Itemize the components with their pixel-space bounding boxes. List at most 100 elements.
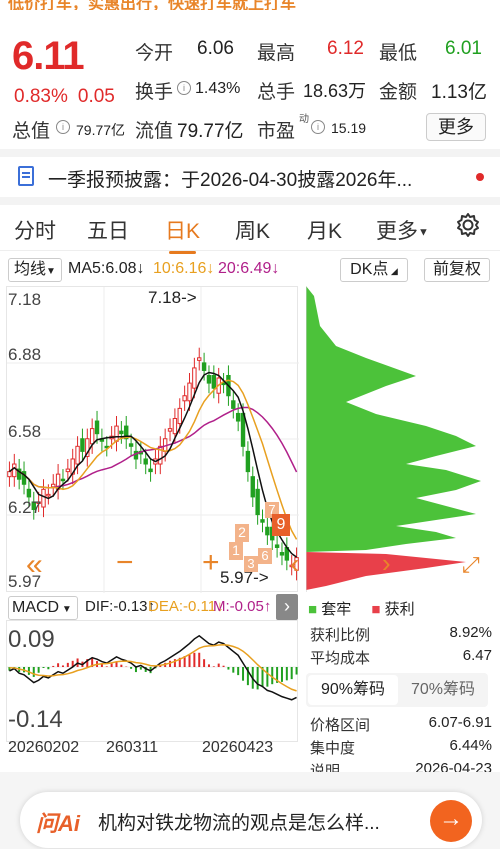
chip-legend: ■ 套牢 ■ 获利 — [308, 598, 415, 619]
change-abs: 0.05 — [77, 86, 115, 107]
promo-strip[interactable]: 低价打车，实惠出行，快速打车就上打车 — [0, 0, 500, 10]
zoom-out-icon[interactable]: − — [116, 546, 134, 580]
chevron-right-icon[interactable]: › — [382, 548, 391, 579]
info-icon[interactable]: i — [56, 120, 70, 134]
pe-label: 市盈 — [257, 121, 296, 142]
info-icon[interactable]: i — [177, 81, 191, 95]
candle-body — [133, 450, 139, 460]
event-badge[interactable]: 1 — [229, 542, 243, 560]
unread-dot — [476, 173, 484, 181]
candle-body — [148, 468, 153, 473]
event-badge[interactable]: 6 — [258, 548, 272, 564]
low-label: 最低 — [379, 43, 418, 64]
candle-body — [245, 450, 251, 473]
candle-body — [265, 526, 270, 536]
quote-row-3: 总值 i 79.77亿 流值 79.77亿 市盈 动 i 15.19 — [12, 114, 432, 146]
avg-cost-value: 6.47 — [462, 647, 492, 664]
m-value: M:-0.05↑ — [213, 598, 272, 615]
price-range-value: 6.07-6.91 — [428, 714, 492, 731]
candle-body — [12, 463, 17, 478]
candle-body — [128, 443, 134, 447]
market-cap-label: 总值 — [12, 121, 51, 142]
y-label: 6.88 — [8, 345, 42, 364]
chevron-left-icon[interactable]: ‹ — [290, 548, 299, 580]
tab-five-day[interactable]: 五日 — [87, 215, 129, 245]
notice-bar[interactable]: 一季报预披露：于2026-04-30披露2026年... — [0, 157, 500, 197]
candle-body — [177, 407, 182, 425]
candle-body — [46, 493, 51, 497]
candle-body — [250, 476, 255, 498]
price-range-label: 价格区间 — [310, 717, 371, 734]
ai-ask-bar[interactable]: 问Ai 机构对铁龙物流的观点是怎么样... — [20, 792, 482, 848]
candle-body — [41, 488, 46, 508]
y-label-top: 7.18 — [8, 290, 42, 309]
low-value: 6.01 — [445, 38, 482, 59]
macd-y-bottom: -0.14 — [8, 706, 63, 733]
event-badge[interactable]: 2 — [235, 524, 249, 542]
info-icon[interactable]: i — [311, 120, 325, 134]
float-cap-label: 流值 — [135, 121, 174, 142]
trapped-swatch: ■ — [308, 601, 318, 618]
candle-body — [187, 382, 192, 402]
zoom-in-icon[interactable]: + — [202, 546, 220, 580]
macd-select[interactable]: MACD ▼ — [8, 596, 78, 620]
macd-y-top: 0.09 — [8, 626, 55, 653]
ai-logo: 问Ai — [36, 811, 81, 836]
chip-percent-tabs: 90%筹码 70%筹码 — [306, 673, 488, 707]
tab-more[interactable]: 更多▼ — [376, 215, 429, 245]
candle-body — [211, 375, 217, 389]
document-icon — [18, 166, 34, 186]
float-cap-value: 79.77亿 — [177, 121, 244, 142]
candle-body — [114, 425, 119, 442]
volume-label: 总手 — [257, 82, 296, 103]
turnover-value: 1.43% — [195, 80, 241, 97]
quote-row-2: 换手 i 1.43% 总手 18.63万 金额 1.13亿 — [135, 77, 495, 107]
adjust-select[interactable]: 前复权 — [424, 258, 490, 282]
tab-90-chips[interactable]: 90%筹码 — [308, 675, 398, 705]
arrow-right-icon[interactable] — [430, 800, 472, 842]
expand-icon[interactable]: ⤢ — [462, 552, 480, 578]
settings-gear-icon[interactable] — [455, 212, 481, 238]
tab-70-chips[interactable]: 70%筹码 — [398, 675, 488, 705]
candle-body — [231, 400, 236, 409]
price-change: 0.83% 0.05 — [14, 86, 125, 108]
turnover-label: 换手 — [135, 82, 174, 103]
volume-value: 18.63万 — [303, 81, 367, 101]
chip-distribution-chart[interactable] — [305, 286, 496, 592]
tab-intraday[interactable]: 分时 — [14, 215, 56, 245]
open-label: 今开 — [135, 43, 174, 64]
divider — [0, 197, 500, 205]
caret-down-icon: ▼ — [418, 226, 429, 239]
indicator-select[interactable]: 均线▼ — [8, 258, 62, 282]
amount-value: 1.13亿 — [431, 82, 487, 103]
date-label: 20260423 — [202, 739, 274, 756]
candle-body — [143, 458, 148, 465]
tab-weekly-k[interactable]: 周K — [235, 215, 270, 245]
event-badge[interactable]: 9 — [272, 514, 290, 536]
tab-more-label: 更多 — [376, 220, 418, 243]
ai-question-text: 机构对铁龙物流的观点是怎么样... — [98, 813, 380, 834]
kline-chart[interactable] — [6, 286, 299, 593]
tab-monthly-k[interactable]: 月K — [307, 215, 342, 245]
candle-body — [201, 362, 207, 371]
candle-body — [119, 430, 124, 435]
ma10-value: 10:6.16↓ — [153, 260, 215, 277]
concentration-label: 集中度 — [310, 740, 356, 757]
candle-body — [80, 438, 85, 452]
more-quote-button[interactable]: 更多 — [426, 113, 486, 141]
quote-row-1: 今开 6.06 最高 6.12 最低 6.01 — [135, 38, 495, 68]
corner-caret-icon: ◢ — [388, 266, 398, 276]
caret-down-icon: ▼ — [46, 266, 56, 277]
event-badge[interactable]: 3 — [244, 556, 258, 572]
candle-body — [167, 428, 173, 432]
dk-point-select[interactable]: DK点 ◢ — [340, 258, 408, 282]
candle-body — [235, 412, 241, 422]
tab-daily-k[interactable]: 日K — [165, 215, 200, 254]
chevron-right-icon[interactable]: › — [276, 594, 298, 620]
caret-down-icon: ▼ — [59, 604, 72, 615]
indicator-label: 均线 — [14, 261, 47, 278]
date-axis: 20260202 260311 20260423 — [6, 739, 306, 761]
candle-body — [7, 471, 12, 478]
date-label: 260311 — [106, 739, 159, 756]
scroll-left-icon[interactable]: « — [26, 548, 43, 582]
